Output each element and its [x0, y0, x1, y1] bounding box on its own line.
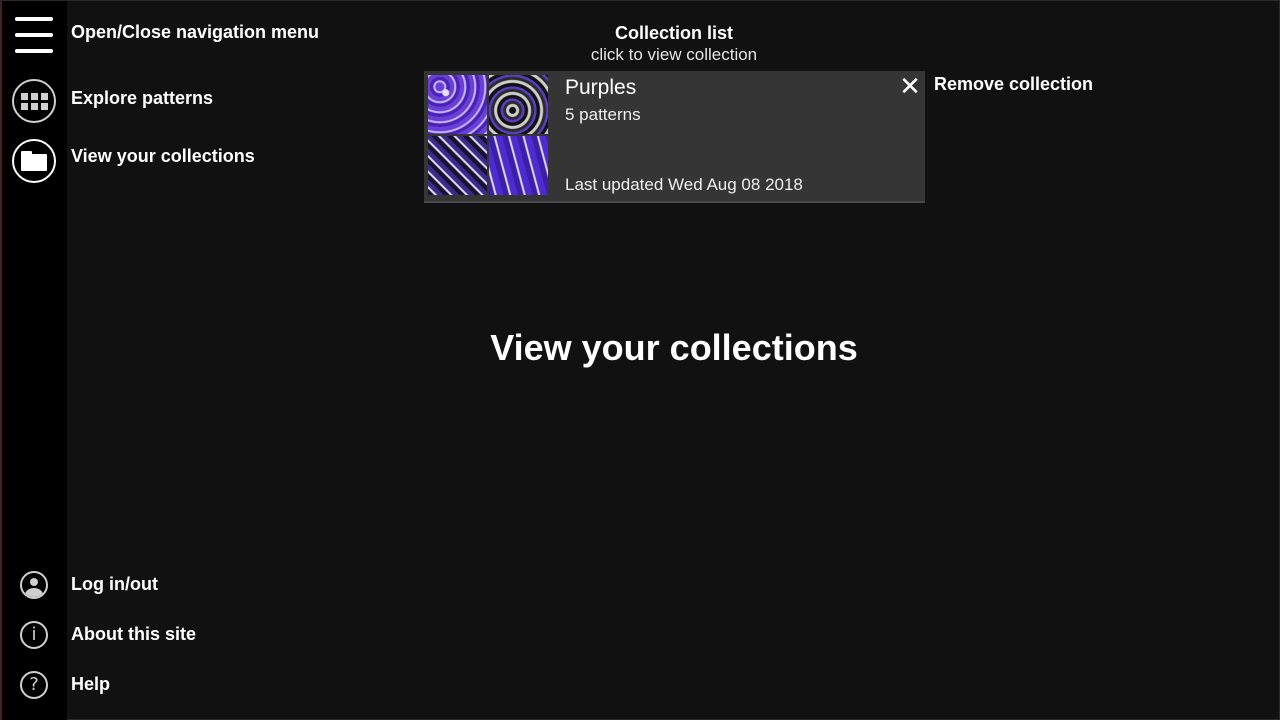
page-title: View your collections [490, 327, 858, 368]
folder-icon [21, 151, 47, 171]
collection-list-subtitle: click to view collection [590, 45, 758, 64]
about-label: About this site [71, 624, 196, 644]
grid-icon [20, 92, 48, 110]
info-icon: i [31, 624, 37, 645]
collection-list-title: Collection list [614, 23, 733, 43]
login-circle [20, 571, 48, 599]
view-collections-label: View your collections [71, 146, 255, 166]
hamburger-icon-bar [15, 33, 53, 37]
app-window: i ? Open/Close navigation menu Explore p… [0, 0, 1280, 720]
pattern-thumbnail [428, 136, 487, 195]
explore-circle [12, 79, 56, 123]
help-icon: ? [29, 674, 39, 695]
help-label: Help [71, 674, 111, 694]
hamburger-icon-bar [15, 49, 53, 53]
remove-collection-button[interactable]: ✕ [898, 72, 922, 102]
user-icon [22, 573, 46, 597]
collection-list-header: Collection list click to view collection [424, 21, 924, 65]
help-circle: ? [20, 671, 48, 699]
about-circle: i [20, 621, 48, 649]
login-label: Log in/out [71, 574, 158, 594]
view-collections-button[interactable] [11, 138, 57, 184]
collection-thumbnails [428, 75, 550, 197]
menu-toggle-label: Open/Close navigation menu [71, 22, 320, 42]
pattern-thumbnail [428, 75, 487, 134]
menu-toggle-button[interactable] [12, 13, 56, 57]
explore-patterns-label: Explore patterns [71, 88, 214, 108]
pattern-thumbnail [489, 136, 548, 195]
remove-collection-label: Remove collection [934, 74, 1094, 94]
collection-card[interactable]: Purples 5 patterns Last updated Wed Aug … [424, 71, 925, 203]
sidebar: i ? [1, 1, 67, 720]
hamburger-icon [15, 17, 53, 21]
collection-pattern-count: 5 patterns [565, 105, 641, 124]
explore-patterns-button[interactable] [11, 78, 57, 124]
collection-last-updated: Last updated Wed Aug 08 2018 [565, 175, 803, 194]
login-button[interactable] [11, 562, 57, 608]
close-icon: ✕ [899, 72, 921, 102]
help-button[interactable]: ? [11, 662, 57, 708]
about-button[interactable]: i [11, 612, 57, 658]
collections-circle [12, 139, 56, 183]
pattern-thumbnail [489, 75, 548, 134]
collection-name: Purples [565, 76, 637, 99]
